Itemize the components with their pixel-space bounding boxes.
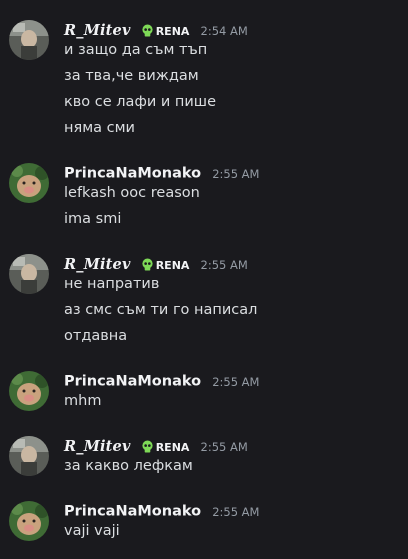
username[interactable]: R_Mitev xyxy=(64,438,131,455)
message-header: PrincaNaMonako 2:55 AM xyxy=(64,163,259,183)
message-text: отдавна xyxy=(64,328,128,344)
message-header: R_Mitev RENA 2:55 AM xyxy=(64,254,248,274)
message-text: кво се лафи и пише xyxy=(64,94,216,110)
message-header: PrincaNaMonako 2:55 AM xyxy=(64,371,259,391)
role-tag[interactable]: RENA xyxy=(141,439,190,454)
avatar[interactable] xyxy=(9,371,49,411)
message-text: аз смс съм ти го написал xyxy=(64,302,258,318)
skull-icon xyxy=(142,439,153,453)
message-header: R_Mitev RENA 2:55 AM xyxy=(64,436,248,456)
chat-message-list: R_Mitev RENA 2:54 AM и защо да съм тъп з… xyxy=(0,0,408,559)
avatar[interactable] xyxy=(9,254,49,294)
timestamp[interactable]: 2:55 AM xyxy=(212,375,259,389)
timestamp[interactable]: 2:55 AM xyxy=(212,505,259,519)
role-name: RENA xyxy=(155,24,190,38)
message-text: mhm xyxy=(64,393,102,409)
timestamp[interactable]: 2:55 AM xyxy=(212,167,259,181)
message-text: ima smi xyxy=(64,211,122,227)
role-name: RENA xyxy=(155,258,190,272)
skull-icon xyxy=(142,257,153,271)
username[interactable]: PrincaNaMonako xyxy=(64,504,201,520)
message-text: няма сми xyxy=(64,120,135,136)
message-text: за какво лефкам xyxy=(64,458,193,474)
username[interactable]: R_Mitev xyxy=(64,256,131,273)
skull-icon xyxy=(142,23,153,37)
timestamp[interactable]: 2:54 AM xyxy=(201,24,248,38)
role-tag[interactable]: RENA xyxy=(141,23,190,38)
message-header: R_Mitev RENA 2:54 AM xyxy=(64,20,248,40)
role-tag[interactable]: RENA xyxy=(141,257,190,272)
avatar[interactable] xyxy=(9,436,49,476)
message-header: PrincaNaMonako 2:55 AM xyxy=(64,501,259,521)
avatar[interactable] xyxy=(9,163,49,203)
role-name: RENA xyxy=(155,440,190,454)
timestamp[interactable]: 2:55 AM xyxy=(201,440,248,454)
avatar[interactable] xyxy=(9,501,49,541)
message-text: не напратив xyxy=(64,276,160,292)
username[interactable]: PrincaNaMonako xyxy=(64,166,201,182)
message-text: vaji vaji xyxy=(64,523,120,539)
message-text: lefkash ooc reason xyxy=(64,185,200,201)
username[interactable]: R_Mitev xyxy=(64,22,131,39)
username[interactable]: PrincaNaMonako xyxy=(64,374,201,390)
timestamp[interactable]: 2:55 AM xyxy=(201,258,248,272)
avatar[interactable] xyxy=(9,20,49,60)
message-text: и защо да съм тъп xyxy=(64,42,208,58)
message-text: за тва,че виждам xyxy=(64,68,199,84)
